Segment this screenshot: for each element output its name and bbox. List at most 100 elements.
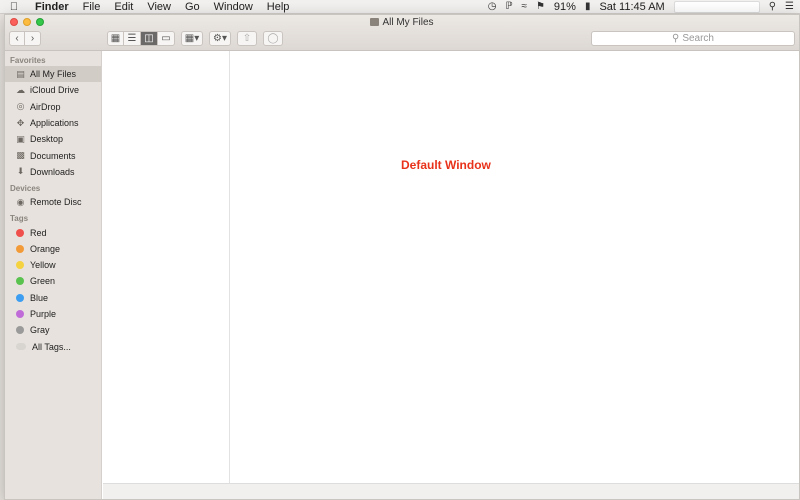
- list-view-button[interactable]: ☰: [124, 30, 141, 46]
- tag-dot-icon: [16, 310, 24, 318]
- downloads-icon: ⬇: [16, 166, 25, 177]
- flag-icon[interactable]: ⚑: [536, 1, 545, 12]
- all-files-icon: [370, 18, 380, 26]
- menu-bar:  Finder File Edit View Go Window Help ◷…: [0, 0, 800, 14]
- applications-icon: ✥: [16, 117, 25, 128]
- search-field[interactable]: ⚲ Search: [591, 30, 795, 46]
- finder-window: All My Files ‹ › ▦ ☰ ◫ ▭ ▦▾ ⚙▾ ⇧ ◯ ⚲ Sea…: [4, 14, 800, 500]
- tag-dot-icon: [16, 293, 24, 302]
- tag-dot-icon: [16, 261, 24, 270]
- search-icon: ⚲: [671, 32, 680, 44]
- back-button[interactable]: ‹: [9, 30, 25, 46]
- forward-button[interactable]: ›: [25, 30, 41, 46]
- menu-window[interactable]: Window: [207, 1, 260, 13]
- columns-icon: ◫: [144, 32, 154, 44]
- sidebar-item-label: Documents: [30, 150, 76, 161]
- search-placeholder: Search: [682, 32, 714, 44]
- sidebar-item-label: All Tags...: [32, 341, 71, 352]
- clock[interactable]: Sat 11:45 AM: [599, 1, 664, 13]
- sidebar-item-downloads[interactable]: ⬇ Downloads: [5, 164, 101, 180]
- menu-view[interactable]: View: [140, 1, 178, 13]
- share-button[interactable]: ⇧: [237, 30, 257, 46]
- chevron-right-icon: ›: [30, 32, 35, 44]
- sidebar-item-tag-yellow[interactable]: Yellow: [5, 257, 101, 273]
- tag-dot-icon: [16, 244, 24, 253]
- action-button[interactable]: ⚙▾: [209, 30, 231, 46]
- search-icon[interactable]: ⚲: [769, 1, 776, 12]
- sidebar-item-label: Downloads: [30, 166, 75, 177]
- sidebar-item-label: Red: [30, 227, 47, 238]
- sidebar-item-tag-red[interactable]: Red: [5, 224, 101, 240]
- tag-dot-icon: [16, 326, 24, 335]
- sidebar-item-label: All My Files: [30, 69, 77, 80]
- sidebar-item-label: Gray: [30, 325, 50, 336]
- window-title: All My Files: [5, 17, 799, 28]
- sidebar-item-desktop[interactable]: ▣ Desktop: [5, 131, 101, 147]
- sidebar-item-label: Desktop: [30, 134, 64, 145]
- status-bar: [103, 483, 799, 499]
- sidebar-item-label: iCloud Drive: [30, 85, 80, 96]
- view-mode-buttons: ▦ ☰ ◫ ▭: [107, 30, 175, 46]
- tag-dot-icon: [16, 343, 26, 351]
- favorites-header: Favorites: [10, 56, 46, 65]
- sidebar-item-tag-orange[interactable]: Orange: [5, 241, 101, 257]
- sidebar-item-label: AirDrop: [30, 101, 61, 112]
- sidebar-item-label: Purple: [30, 309, 57, 319]
- cover-flow-button[interactable]: ▭: [158, 30, 175, 46]
- menu-edit[interactable]: Edit: [107, 1, 140, 13]
- sidebar-item-all-my-files[interactable]: ▤ All My Files: [5, 66, 101, 83]
- notification-center-icon[interactable]: ☰: [785, 1, 794, 12]
- column-view-button[interactable]: ◫: [141, 30, 158, 46]
- grid-icon: ▦: [110, 32, 121, 44]
- sidebar-item-applications[interactable]: ✥ Applications: [5, 115, 101, 131]
- wifi-icon[interactable]: ≈: [521, 1, 527, 12]
- tag-dot-icon: [16, 277, 24, 286]
- sidebar-item-icloud-drive[interactable]: ☁ iCloud Drive: [5, 82, 101, 98]
- share-icon: ⇧: [242, 32, 252, 44]
- sidebar: Favorites ▤ All My Files ☁ iCloud Drive …: [5, 51, 102, 499]
- bluetooth-icon[interactable]: ℙ: [505, 1, 512, 12]
- sidebar-item-label: Remote Disc: [30, 197, 82, 208]
- menu-file[interactable]: File: [76, 1, 108, 13]
- window-title-text: All My Files: [382, 17, 434, 28]
- file-browser: Default Window: [103, 51, 799, 483]
- battery-percent[interactable]: 91%: [554, 1, 576, 13]
- chevron-left-icon: ‹: [15, 32, 19, 44]
- sidebar-item-airdrop[interactable]: ◎ AirDrop: [5, 99, 101, 115]
- tag-dot-icon: [16, 228, 24, 237]
- sidebar-item-tag-gray[interactable]: Gray: [5, 322, 101, 338]
- sidebar-item-documents[interactable]: ▩ Documents: [5, 147, 101, 163]
- disc-icon: ◉: [16, 196, 25, 207]
- devices-header: Devices: [10, 184, 41, 194]
- tag-icon: ◯: [267, 32, 279, 44]
- menu-go[interactable]: Go: [178, 1, 207, 13]
- title-bar: All My Files ‹ › ▦ ☰ ◫ ▭ ▦▾ ⚙▾ ⇧ ◯ ⚲ Sea…: [5, 15, 799, 51]
- annotation-label: Default Window: [401, 158, 491, 172]
- sidebar-item-all-tags[interactable]: All Tags...: [5, 338, 101, 354]
- gear-icon: ⚙▾: [213, 32, 227, 44]
- desktop-icon: ▣: [16, 133, 25, 144]
- list-icon: ☰: [127, 32, 137, 44]
- sidebar-item-tag-purple[interactable]: Purple: [5, 306, 101, 322]
- sidebar-item-remote-disc[interactable]: ◉ Remote Disc: [5, 194, 101, 210]
- arrange-button[interactable]: ▦▾: [181, 30, 203, 46]
- battery-icon[interactable]: ▮: [585, 1, 591, 12]
- sidebar-item-tag-blue[interactable]: Blue: [5, 290, 101, 306]
- tag-button[interactable]: ◯: [263, 30, 283, 46]
- menu-help[interactable]: Help: [260, 1, 297, 13]
- browser-column[interactable]: [103, 51, 230, 483]
- apple-icon[interactable]: : [0, 1, 28, 13]
- nav-buttons: ‹ ›: [9, 30, 41, 46]
- time-machine-icon[interactable]: ◷: [488, 1, 497, 12]
- sidebar-item-label: Blue: [30, 292, 49, 303]
- sidebar-item-label: Yellow: [30, 260, 56, 271]
- menu-app-name[interactable]: Finder: [28, 1, 76, 13]
- sidebar-item-label: Green: [30, 276, 56, 287]
- sidebar-item-label: Orange: [30, 243, 61, 254]
- sidebar-item-label: Applications: [30, 118, 79, 129]
- arrange-grid-icon: ▦▾: [184, 32, 200, 44]
- icon-view-button[interactable]: ▦: [107, 30, 124, 46]
- sidebar-item-tag-green[interactable]: Green: [5, 273, 101, 289]
- tags-header: Tags: [10, 214, 29, 224]
- spotlight-field[interactable]: [673, 0, 760, 13]
